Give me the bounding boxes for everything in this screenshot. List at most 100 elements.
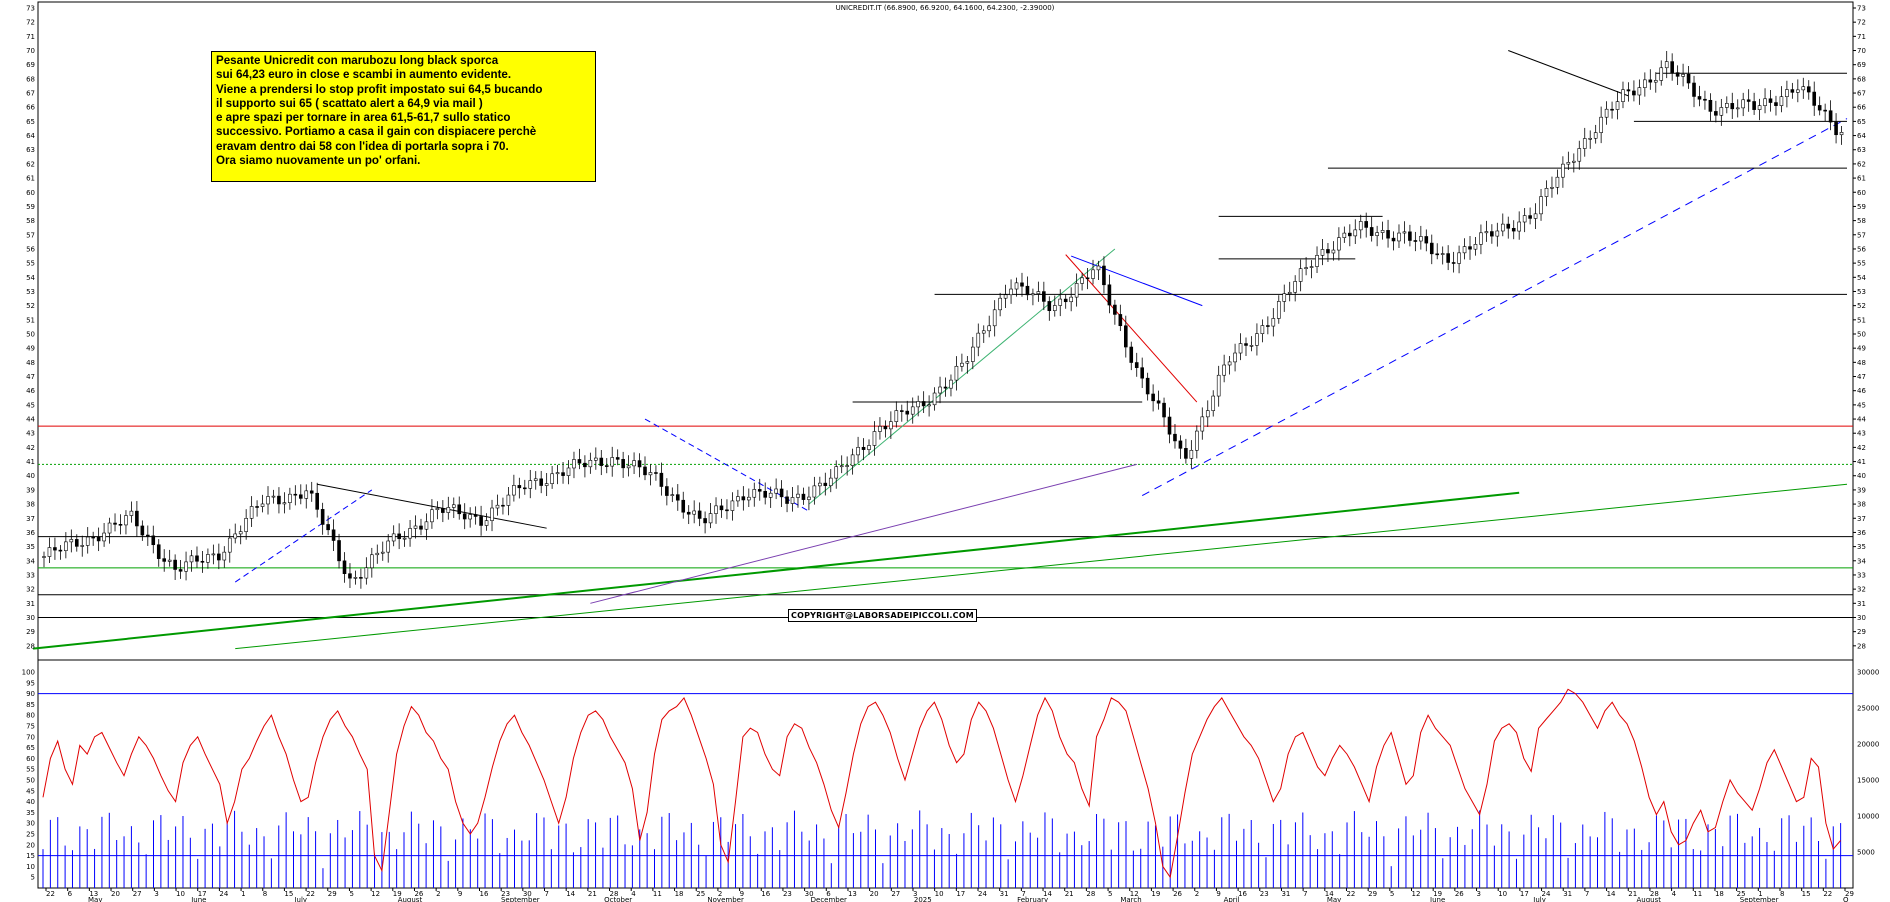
candle-body	[992, 309, 997, 327]
x-day-label: 27	[891, 890, 900, 898]
x-day-label: 14	[1607, 890, 1616, 898]
trendline-blue-dashed	[1141, 118, 1848, 497]
candle-body	[484, 520, 489, 526]
candle-body	[1544, 188, 1549, 197]
price-tick-right: 53	[1857, 288, 1866, 296]
candle-body	[1102, 265, 1106, 286]
candle-body	[577, 459, 582, 464]
candle-body	[195, 555, 199, 562]
candle-body	[1134, 362, 1139, 368]
osc-tick-left: 45	[26, 787, 35, 795]
candle-body	[1522, 215, 1527, 223]
x-month-label: December	[811, 896, 847, 902]
candle-body	[288, 493, 292, 503]
osc-tick-left: 90	[26, 690, 35, 698]
candle-body	[1490, 231, 1494, 237]
x-month-label: June	[190, 896, 206, 902]
osc-tick-left: 30	[26, 820, 35, 828]
price-tick-right: 54	[1857, 274, 1866, 282]
x-month-label: August	[1637, 896, 1662, 902]
x-day-label: 9	[458, 890, 462, 898]
price-tick-right: 40	[1857, 472, 1866, 480]
price-tick-left: 58	[26, 217, 35, 225]
x-day-label: 10	[176, 890, 185, 898]
candle-body	[965, 361, 970, 364]
x-month-label: May	[88, 896, 102, 902]
x-day-label: 22	[306, 890, 315, 898]
x-month-label: October	[604, 896, 632, 902]
volume-tick-right: 15000	[1857, 777, 1879, 785]
candle-body	[697, 510, 702, 519]
x-day-label: 12	[1412, 890, 1421, 898]
candle-body	[135, 510, 139, 527]
osc-tick-left: 5	[31, 874, 35, 882]
x-day-label: 7	[1585, 890, 1589, 898]
x-day-label: 22	[1823, 890, 1832, 898]
volume-tick-right: 20000	[1857, 741, 1879, 749]
candle-body	[1353, 229, 1358, 237]
candle-body	[801, 493, 806, 500]
x-day-label: 21	[1065, 890, 1074, 898]
candle-body	[1812, 91, 1817, 106]
candle-body	[1315, 255, 1319, 267]
candle-body	[1817, 105, 1822, 111]
trendline-black-top	[1508, 50, 1629, 97]
note-line: Ora siamo nuovamente un po' orfani.	[216, 154, 421, 168]
trendline-purple	[590, 463, 1137, 604]
candle-body	[998, 297, 1002, 311]
x-month-label: September	[1740, 896, 1779, 902]
osc-tick-left: 70	[26, 733, 35, 741]
candle-body	[1140, 367, 1144, 379]
candle-body	[238, 531, 243, 535]
candle-body	[1675, 72, 1680, 77]
candle-body	[1211, 395, 1216, 411]
candle-body	[1052, 305, 1057, 311]
x-month-label: July	[293, 896, 307, 902]
x-day-label: 23	[783, 890, 792, 898]
candle-body	[1189, 449, 1194, 459]
candle-body	[200, 560, 205, 563]
candle-body	[610, 457, 615, 467]
candle-body	[752, 489, 757, 498]
candle-body	[1457, 252, 1461, 264]
candle-body	[1036, 291, 1041, 295]
candle-body	[173, 559, 177, 570]
candle-body	[927, 404, 931, 407]
candle-body	[271, 495, 276, 498]
candle-body	[643, 466, 647, 476]
candle-body	[1790, 89, 1795, 93]
x-day-label: 15	[284, 890, 293, 898]
price-tick-right: 65	[1857, 118, 1866, 126]
candle-body	[260, 503, 265, 507]
candle-body	[244, 518, 248, 532]
candle-body	[894, 410, 899, 422]
candle-body	[451, 504, 456, 508]
osc-tick-left: 10	[26, 863, 35, 871]
price-tick-right: 60	[1857, 189, 1866, 197]
x-day-label: 31	[1281, 890, 1290, 898]
candle-body	[714, 505, 718, 514]
candle-body	[686, 511, 691, 515]
price-tick-left: 51	[26, 316, 35, 324]
price-tick-left: 52	[26, 302, 35, 310]
candle-body	[1162, 402, 1166, 418]
x-month-label: August	[398, 896, 423, 902]
x-day-label: 17	[956, 890, 965, 898]
x-day-label: 7	[545, 890, 549, 898]
price-tick-left: 40	[26, 472, 35, 480]
price-tick-left: 48	[26, 359, 35, 367]
candle-body	[1446, 253, 1450, 263]
x-month-label: March	[1120, 896, 1141, 902]
candle-body	[708, 513, 713, 524]
price-tick-right: 68	[1857, 75, 1866, 83]
price-tick-left: 72	[26, 19, 35, 27]
candle-body	[987, 325, 992, 332]
price-tick-left: 33	[26, 571, 35, 579]
price-tick-right: 41	[1857, 458, 1866, 466]
candle-body	[80, 545, 85, 547]
osc-tick-left: 55	[26, 766, 35, 774]
candle-body	[1096, 265, 1101, 271]
candle-body	[266, 496, 270, 505]
x-month-label: 2025	[914, 896, 932, 902]
candle-body	[162, 558, 166, 562]
